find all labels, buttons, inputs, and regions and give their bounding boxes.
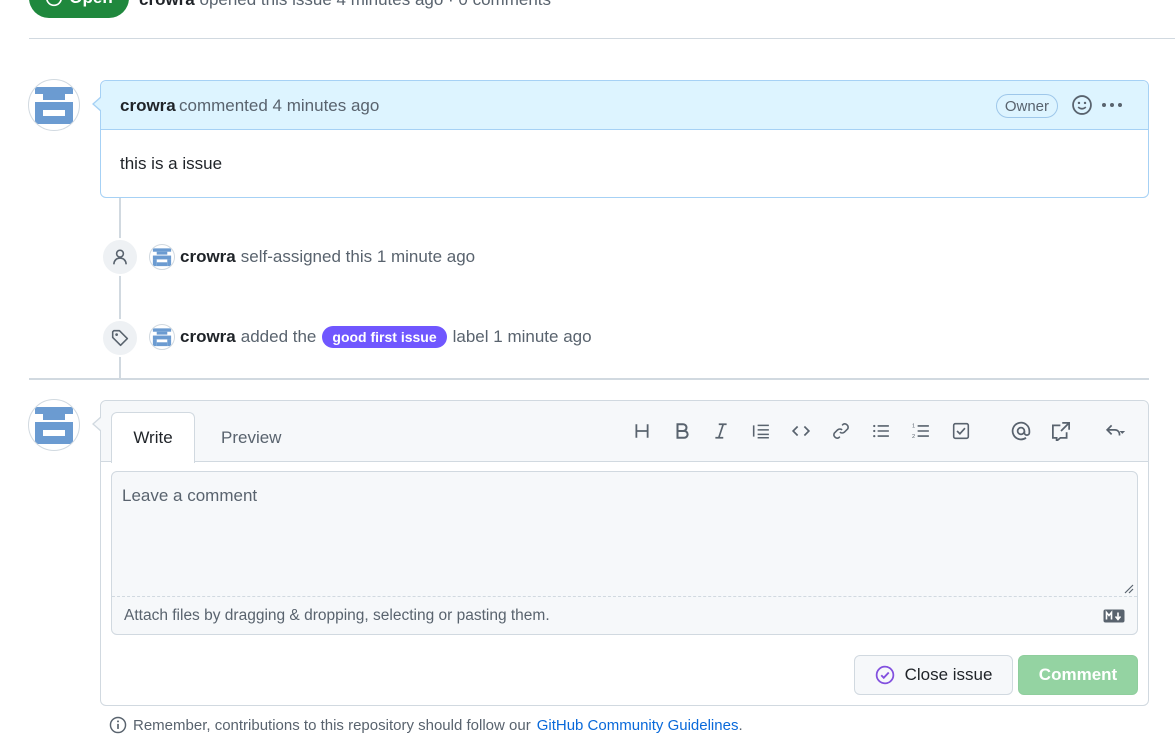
code-button[interactable] <box>787 417 815 445</box>
event-suffix: label 1 minute ago <box>452 327 592 346</box>
svg-text:1: 1 <box>912 424 915 430</box>
issue-state-label: Open <box>69 0 112 8</box>
comment-header: crowra commented 4 minutes ago Owner <box>101 81 1148 130</box>
heading-icon <box>635 424 649 438</box>
header-divider <box>29 38 1175 39</box>
quote-button[interactable] <box>747 417 775 445</box>
unordered-list-icon <box>873 424 889 438</box>
comment-box: crowra commented 4 minutes ago Owner thi… <box>92 80 1149 198</box>
task-list-icon <box>952 422 970 440</box>
bold-icon <box>676 423 689 439</box>
check-circle-icon <box>875 665 894 685</box>
avatar[interactable] <box>28 79 80 131</box>
emoji-reaction-icon[interactable] <box>1071 94 1093 116</box>
link-icon <box>833 423 849 439</box>
event-actor[interactable]: crowra <box>180 247 236 267</box>
label-good-first-issue[interactable]: good first issue <box>322 326 447 348</box>
event-actor[interactable]: crowra <box>180 327 236 347</box>
person-icon <box>113 249 127 265</box>
tab-write[interactable]: Write <box>111 412 195 463</box>
unordered-list-button[interactable] <box>867 417 895 445</box>
svg-text:2: 2 <box>912 434 915 440</box>
comment-textarea[interactable] <box>112 472 1137 596</box>
timeline-event-assigned: crowra self-assigned this 1 minute ago <box>149 244 475 270</box>
heading-button[interactable] <box>628 417 656 445</box>
issue-state-badge: Open <box>29 0 129 18</box>
current-user-avatar[interactable] <box>28 399 80 451</box>
event-description: self-assigned this 1 minute ago <box>240 247 476 266</box>
info-icon <box>109 716 127 734</box>
guidelines-text: Remember, contributions to this reposito… <box>133 716 531 734</box>
code-icon <box>791 425 811 437</box>
link-button[interactable] <box>827 417 855 445</box>
mini-avatar[interactable] <box>149 244 175 270</box>
community-guidelines-link[interactable]: GitHub Community Guidelines <box>537 717 739 734</box>
italic-button[interactable] <box>707 417 735 445</box>
close-issue-label: Close issue <box>904 665 993 684</box>
ordered-list-button[interactable]: 12 <box>907 417 935 445</box>
issue-header-meta: crowra opened this issue 4 minutes ago ·… <box>139 0 551 10</box>
cross-reference-icon <box>1052 422 1070 441</box>
timeline-event-labeled: crowra added the good first issue label … <box>149 324 592 350</box>
saved-replies-button[interactable] <box>1097 417 1133 445</box>
mention-button[interactable] <box>1007 417 1035 445</box>
mention-icon <box>1011 421 1031 441</box>
composer-tabs: Write Preview 12 <box>101 401 1148 463</box>
owner-badge: Owner <box>995 94 1058 118</box>
ordered-list-icon: 12 <box>912 424 929 440</box>
reply-icon <box>1105 424 1126 436</box>
comment-input-area: Attach files by dragging & dropping, sel… <box>111 471 1138 635</box>
task-list-button[interactable] <box>947 417 975 445</box>
issue-author[interactable]: crowra <box>139 0 195 9</box>
event-prefix: added the <box>240 327 317 346</box>
reference-button[interactable] <box>1047 417 1075 445</box>
bold-button[interactable] <box>668 417 696 445</box>
event-badge <box>101 319 139 357</box>
attach-files-bar[interactable]: Attach files by dragging & dropping, sel… <box>112 596 1137 634</box>
comment-author[interactable]: crowra <box>120 96 176 116</box>
markdown-icon[interactable] <box>1103 609 1125 623</box>
quote-icon <box>752 424 769 439</box>
mini-avatar[interactable] <box>149 324 175 350</box>
timeline-end-divider <box>29 378 1149 380</box>
community-guidelines-note: Remember, contributions to this reposito… <box>109 716 743 734</box>
italic-icon <box>715 423 727 439</box>
comment-submit-button[interactable]: Comment <box>1018 655 1138 695</box>
issue-open-icon <box>46 0 63 7</box>
resize-handle-icon[interactable] <box>1124 584 1134 594</box>
tag-icon <box>111 329 129 347</box>
comment-composer: Write Preview 12 Leave a comment Attach … <box>92 400 1149 706</box>
issue-meta-text: opened this issue 4 minutes ago · 0 comm… <box>199 0 551 9</box>
comment-timestamp[interactable]: commented 4 minutes ago <box>179 96 379 116</box>
attach-hint: Attach files by dragging & dropping, sel… <box>124 606 550 624</box>
tab-preview[interactable]: Preview <box>221 428 281 448</box>
guidelines-period: . <box>738 716 743 734</box>
close-issue-button[interactable]: Close issue <box>854 655 1013 695</box>
comment-body: this is a issue <box>120 154 223 173</box>
event-badge <box>101 238 139 276</box>
kebab-menu-icon[interactable] <box>1100 94 1124 116</box>
